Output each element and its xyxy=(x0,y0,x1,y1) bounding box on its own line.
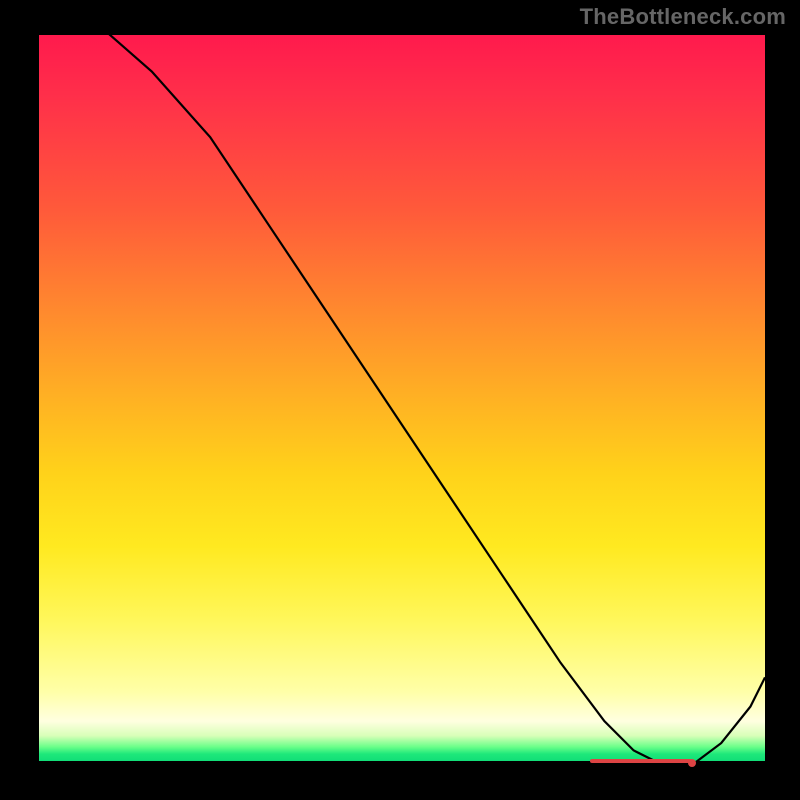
watermark-text: TheBottleneck.com xyxy=(580,4,786,30)
chart-frame: TheBottleneck.com xyxy=(0,0,800,800)
axes-box xyxy=(35,35,765,765)
optimal-point-marker xyxy=(688,759,696,767)
plot-area xyxy=(35,35,765,765)
optimal-range-marker xyxy=(590,759,692,763)
